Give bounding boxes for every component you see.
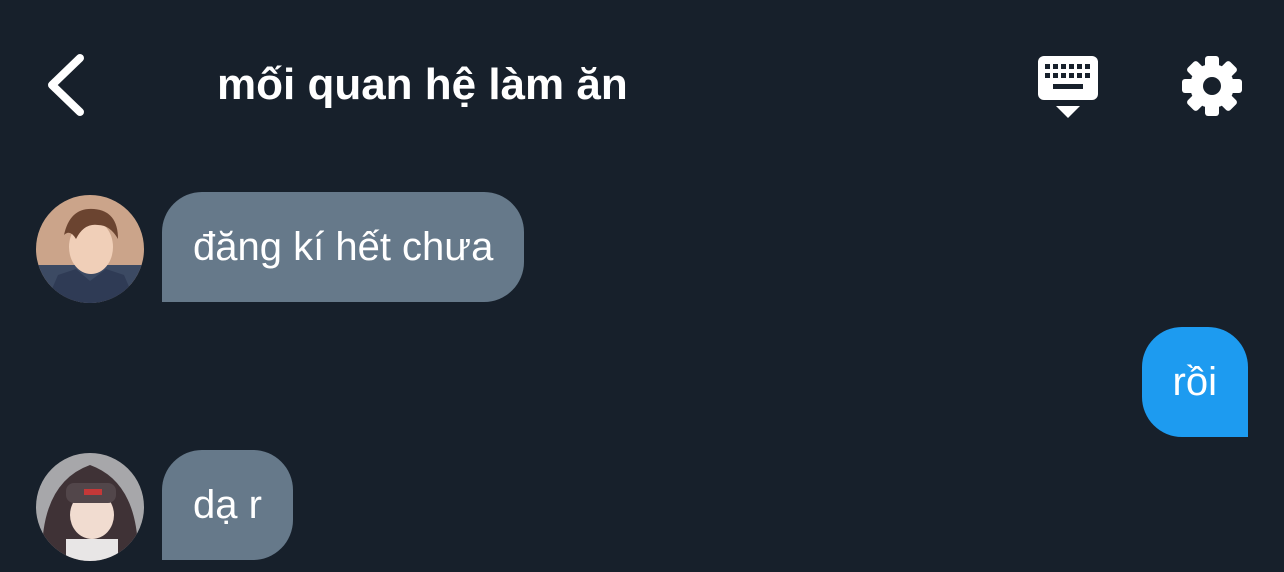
message-bubble-incoming[interactable]: đăng kí hết chưa	[162, 192, 525, 302]
gear-icon	[1182, 56, 1242, 116]
avatar-image	[36, 453, 144, 561]
message-bubble-incoming[interactable]: dạ r	[162, 450, 293, 560]
chat-screen: mối quan hệ làm ăn đăng kí hết chưa rồi …	[0, 0, 1284, 572]
chat-header: mối quan hệ làm ăn	[0, 0, 1284, 170]
settings-button[interactable]	[1180, 54, 1244, 118]
sender-avatar[interactable]	[36, 453, 144, 561]
keyboard-button[interactable]	[1034, 54, 1102, 120]
message-bubble-outgoing[interactable]: rồi	[1141, 327, 1248, 437]
keyboard-icon	[1038, 56, 1098, 118]
back-button[interactable]	[40, 50, 96, 120]
sender-avatar[interactable]	[36, 195, 144, 303]
chevron-left-icon	[48, 54, 84, 116]
conversation-title: mối quan hệ làm ăn	[217, 60, 628, 109]
avatar-image	[36, 195, 144, 303]
